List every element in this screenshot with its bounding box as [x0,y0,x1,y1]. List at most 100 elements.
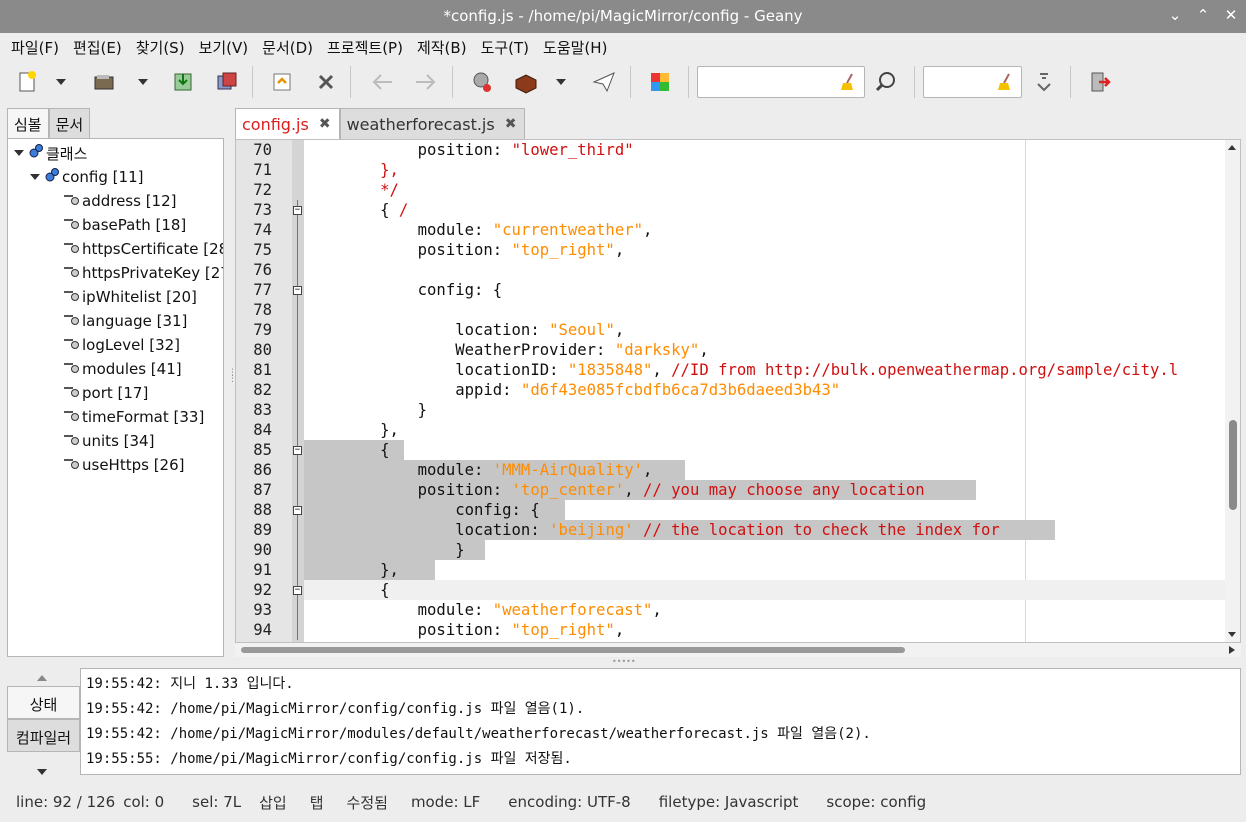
menu-item[interactable]: 도구(T) [474,33,536,59]
chevron-down-icon[interactable]: ⌄ [1166,6,1184,24]
menu-item[interactable]: 보기(V) [192,33,256,59]
tab-status[interactable]: 상태 [7,686,80,719]
menu-item[interactable]: 제작(B) [410,33,474,59]
compile-button[interactable] [468,68,496,96]
tab-symbols[interactable]: 심볼 [7,108,49,138]
fold-line [297,520,298,540]
code-line: 72 */ [236,180,1240,200]
vertical-scrollbar[interactable] [1225,140,1240,642]
fold-toggle-icon[interactable]: − [293,446,302,455]
tree-item[interactable]: config [11] [30,166,143,188]
close-icon[interactable]: ✖ [319,115,331,139]
fold-line [297,480,298,500]
build-dropdown[interactable] [552,68,570,96]
menu-item[interactable]: 도움말(H) [536,33,614,59]
quit-button[interactable] [1086,68,1114,96]
line-number: 93 [253,601,272,619]
open-file-button[interactable] [90,68,118,96]
tab-scroll-down-icon[interactable] [36,762,48,780]
scroll-right-icon[interactable] [1227,644,1237,656]
tree-item[interactable]: timeFormat [33] [62,406,204,428]
code-token: , [652,361,672,379]
arrow-right-icon [416,74,436,90]
close-file-button[interactable] [312,68,340,96]
tree-item[interactable]: units [34] [62,430,154,452]
line-number: 87 [253,481,272,499]
menu-item[interactable]: 프로젝트(P) [320,33,410,59]
goto-line-field[interactable] [923,66,1022,98]
variable-icon [62,383,80,403]
find-button[interactable] [872,68,900,96]
scroll-down-icon[interactable] [1225,630,1240,640]
fold-toggle-icon[interactable]: − [293,586,302,595]
code-editor[interactable]: 70 position: "lower_third" 71 }, 72 */73− … [235,139,1241,643]
tab-scroll-up-icon[interactable] [36,668,48,686]
code-text: appid: "d6f43e085fcbdfb6ca7d3b6daeed3b43… [305,381,840,399]
status-line: line: 92 / 126 [16,793,116,811]
close-icon[interactable]: ✕ [1222,6,1240,24]
fold-toggle-icon[interactable]: − [293,506,302,515]
tab-config-js[interactable]: config.js ✖ [235,108,340,139]
code-token: "top_right" [511,621,615,639]
run-button[interactable] [590,68,618,96]
menu-item[interactable]: 편집(E) [66,33,129,59]
variable-icon [62,359,80,379]
tree-item[interactable]: httpsPrivateKey [27] [62,262,224,284]
symbol-tree: 클래스 config [11] address [12] basePath [18] h… [7,138,224,657]
open-recent-dropdown[interactable] [134,68,152,96]
scroll-up-icon[interactable] [1225,142,1240,152]
save-all-button[interactable] [213,68,241,96]
status-messages[interactable]: 19:55:42: 지니 1.33 입니다. 19:55:42: /home/pi… [80,668,1241,775]
tree-item[interactable]: modules [41] [62,358,182,380]
tree-item-label: httpsPrivateKey [27] [82,264,224,282]
clear-broom-icon[interactable] [838,72,858,92]
save-button[interactable] [169,68,197,96]
tree-item[interactable]: basePath [18] [62,214,186,236]
menu-item[interactable]: 찾기(S) [129,33,192,59]
search-field[interactable] [697,66,865,98]
fold-line [297,320,298,340]
status-eol: mode: LF [410,793,481,811]
caret-down-icon [138,79,148,85]
close-icon[interactable]: ✖ [505,115,517,139]
tree-item[interactable]: httpsCertificate [28] [62,238,223,260]
line-number: 86 [253,461,272,479]
tree-item-label: 클래스 [46,144,88,163]
tree-item[interactable]: useHttps [26] [62,454,185,476]
tree-item[interactable]: ipWhitelist [20] [62,286,197,308]
fold-toggle-icon[interactable]: − [293,206,302,215]
status-sel: sel: 7L [192,793,242,811]
expander-arrow-icon[interactable] [14,150,24,156]
line-number: 74 [253,221,272,239]
tab-compiler[interactable]: 컴파일러 [7,719,80,752]
fold-toggle-icon[interactable]: − [293,286,302,295]
pane-resize-handle[interactable]: ••••• [612,657,636,666]
color-chooser-button[interactable] [646,68,674,96]
clear-broom-icon[interactable] [995,72,1015,92]
horizontal-scroll-thumb[interactable] [241,647,905,653]
new-file-button[interactable] [13,68,41,96]
fold-line [297,560,298,580]
tree-item[interactable]: logLevel [32] [62,334,180,356]
forward-button[interactable] [412,68,440,96]
code-token: config: { [305,501,540,519]
tree-item[interactable]: address [12] [62,190,177,212]
goto-line-button[interactable] [1030,68,1058,96]
back-button[interactable] [368,68,396,96]
tab-weatherforecast-js[interactable]: weatherforecast.js ✖ [339,108,526,139]
revert-button[interactable] [268,68,296,96]
horizontal-scrollbar[interactable] [235,643,1241,657]
build-button[interactable] [512,68,540,96]
menu-item[interactable]: 문서(D) [255,33,320,59]
menu-item[interactable]: 파일(F) [4,33,66,59]
vertical-scroll-thumb[interactable] [1229,420,1237,510]
code-line: 74 module: "currentweather", [236,220,1240,240]
expander-arrow-icon[interactable] [30,174,40,180]
tree-item[interactable]: port [17] [62,382,148,404]
chevron-up-icon[interactable]: ⌃ [1194,6,1212,24]
folder-open-icon [94,75,114,90]
tree-item[interactable]: language [31] [62,310,187,332]
tab-documents[interactable]: 문서 [48,108,91,138]
tree-item[interactable]: 클래스 [14,142,87,164]
new-file-dropdown[interactable] [52,68,70,96]
